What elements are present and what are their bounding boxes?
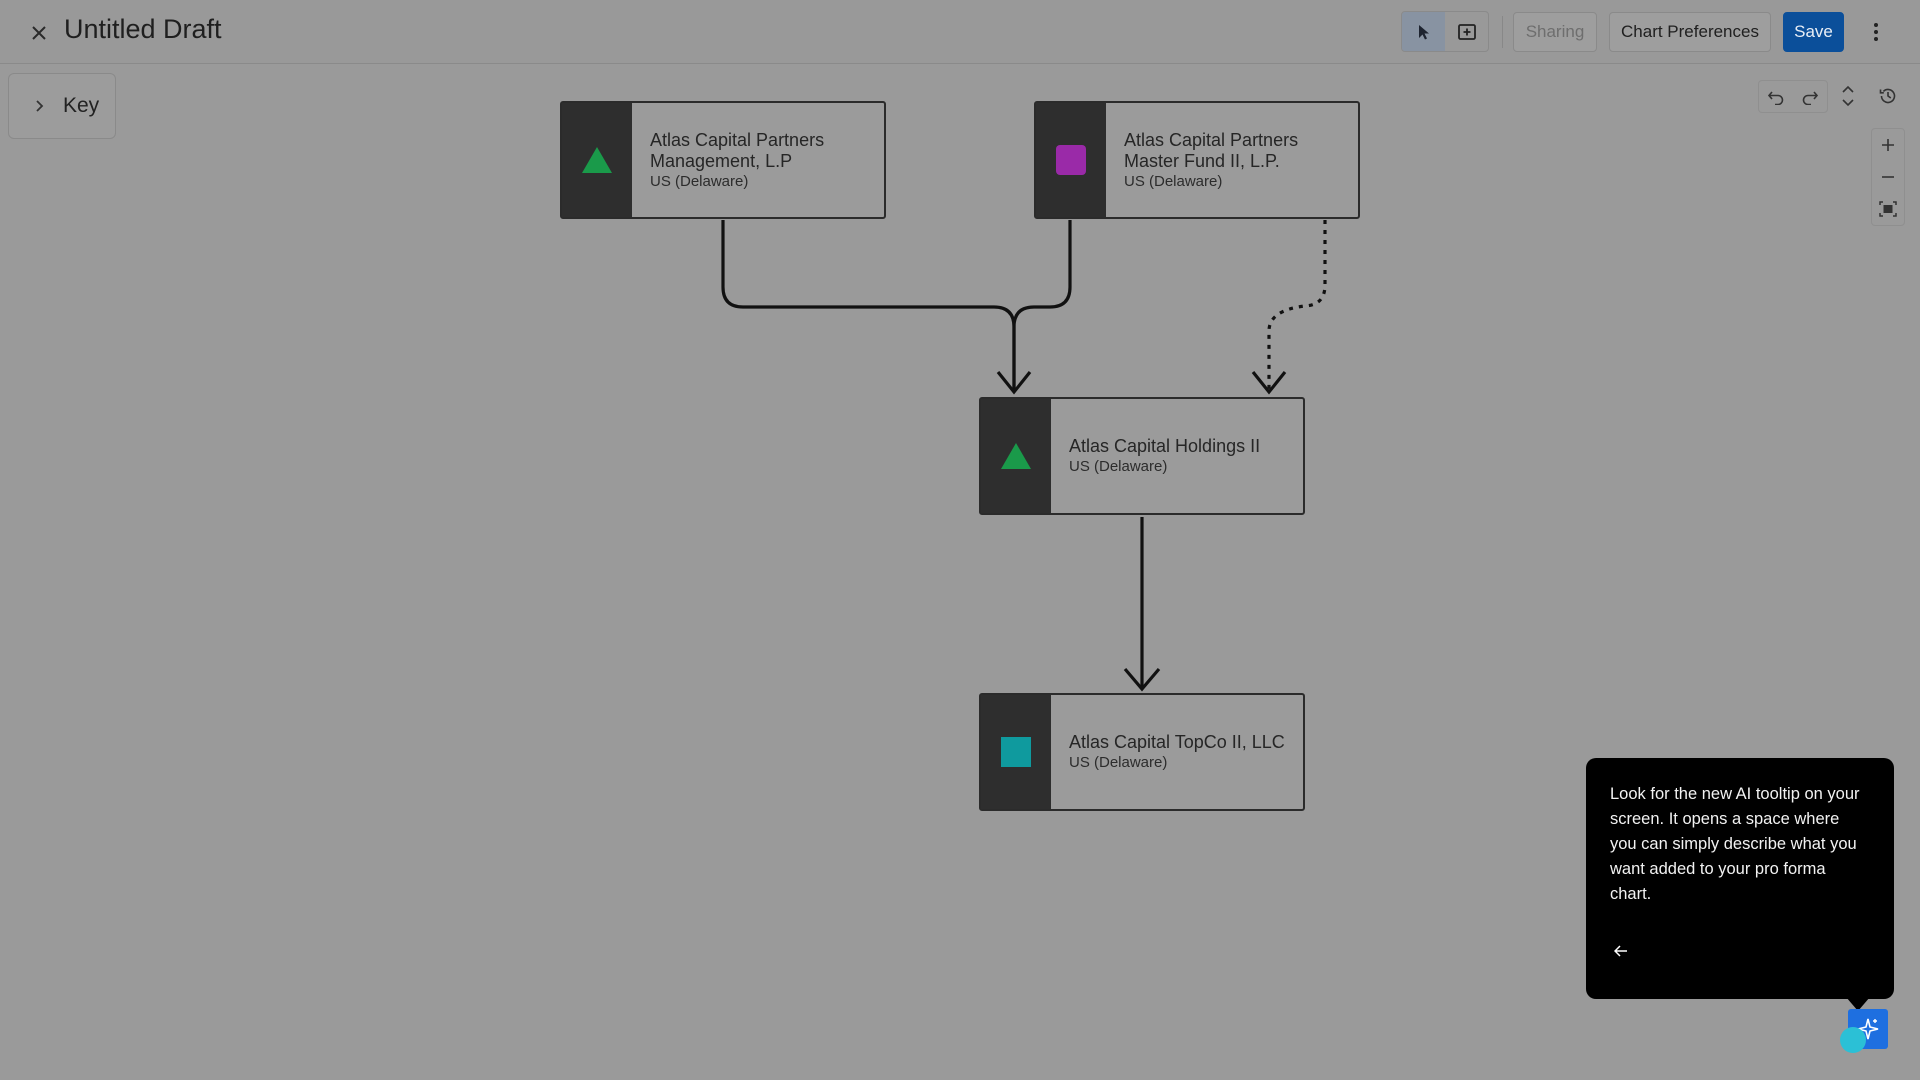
entity-jurisdiction: US (Delaware) <box>650 172 749 190</box>
entity-jurisdiction: US (Delaware) <box>1069 458 1168 475</box>
key-panel-toggle[interactable]: Key <box>8 73 116 139</box>
tool-mode-group <box>1401 11 1489 52</box>
entity-node[interactable]: Atlas Capital Holdings II US (Delaware) <box>979 397 1305 515</box>
arrowhead-topco <box>1123 667 1161 692</box>
minus-icon <box>1882 176 1894 178</box>
key-label: Key <box>63 94 100 117</box>
entity-name: Atlas Capital Holdings II <box>1069 436 1261 456</box>
triangle-icon <box>582 147 612 173</box>
connector-management-to-holdings <box>721 220 1016 392</box>
expand-collapse-icon <box>1842 85 1854 107</box>
sharing-button[interactable]: Sharing <box>1513 12 1597 52</box>
plus-icon <box>1882 139 1894 151</box>
entity-type-swatch <box>562 103 632 217</box>
entity-name: Atlas Capital Partners Management, L.P <box>650 129 825 171</box>
page-title: Untitled Draft <box>64 14 222 44</box>
entity-type-swatch <box>981 399 1051 513</box>
top-bar: Untitled Draft Sharing Chart Preferences… <box>0 0 1920 64</box>
zoom-out-button[interactable] <box>1872 161 1904 193</box>
toolbar-divider <box>1502 16 1503 48</box>
entity-name: Atlas Capital TopCo II, LLC <box>1069 732 1285 752</box>
entity-node[interactable]: Atlas Capital TopCo II, LLC US (Delaware… <box>979 693 1305 811</box>
zoom-controls <box>1871 128 1905 226</box>
select-tool-button[interactable] <box>1402 12 1445 51</box>
arrowhead-holdings-right <box>1251 371 1287 395</box>
pointer-icon <box>1418 24 1429 39</box>
tooltip-message: Look for the new AI tooltip on your scre… <box>1610 785 1860 903</box>
more-options-button[interactable] <box>1864 18 1888 46</box>
kebab-menu-icon <box>1874 23 1878 41</box>
triangle-icon <box>1001 443 1031 469</box>
close-icon <box>32 26 46 40</box>
save-button[interactable]: Save <box>1783 12 1844 52</box>
square-icon <box>1001 737 1031 767</box>
entity-node[interactable]: Atlas Capital Partners Management, L.P U… <box>560 101 886 219</box>
entity-node[interactable]: Atlas Capital Partners Master Fund II, L… <box>1034 101 1360 219</box>
redo-button[interactable] <box>1793 81 1827 112</box>
entity-type-swatch <box>981 695 1051 809</box>
entity-jurisdiction: US (Delaware) <box>1124 172 1223 190</box>
fit-to-screen-button[interactable] <box>1872 193 1904 225</box>
entity-name: Atlas Capital Partners Master Fund II, L… <box>1124 129 1299 171</box>
undo-redo-group <box>1758 80 1828 113</box>
arrow-left-icon <box>1614 945 1627 957</box>
close-button[interactable] <box>26 20 52 46</box>
chevron-right-icon <box>35 99 49 113</box>
chart-preferences-button[interactable]: Chart Preferences <box>1609 12 1771 52</box>
ai-tooltip: Look for the new AI tooltip on your scre… <box>1586 758 1894 1011</box>
connector-masterfund-to-holdings <box>1012 220 1072 392</box>
redo-icon <box>1802 90 1819 105</box>
ai-indicator-dot <box>1840 1027 1866 1053</box>
zoom-in-button[interactable] <box>1872 129 1904 161</box>
entity-jurisdiction: US (Delaware) <box>1069 754 1168 771</box>
history-icon <box>1879 88 1896 104</box>
add-box-icon <box>1457 23 1476 40</box>
undo-icon <box>1767 90 1784 105</box>
fit-screen-icon <box>1879 201 1897 217</box>
history-button[interactable] <box>1872 80 1904 112</box>
undo-button[interactable] <box>1759 81 1793 112</box>
rounded-square-icon <box>1056 145 1086 175</box>
tooltip-back-button[interactable] <box>1610 940 1632 962</box>
arrowhead-holdings-left <box>996 371 1032 395</box>
add-entity-tool-button[interactable] <box>1445 12 1488 51</box>
connector-masterfund-dotted <box>1267 220 1327 392</box>
expand-collapse-button[interactable] <box>1832 80 1864 112</box>
entity-type-swatch <box>1036 103 1106 217</box>
